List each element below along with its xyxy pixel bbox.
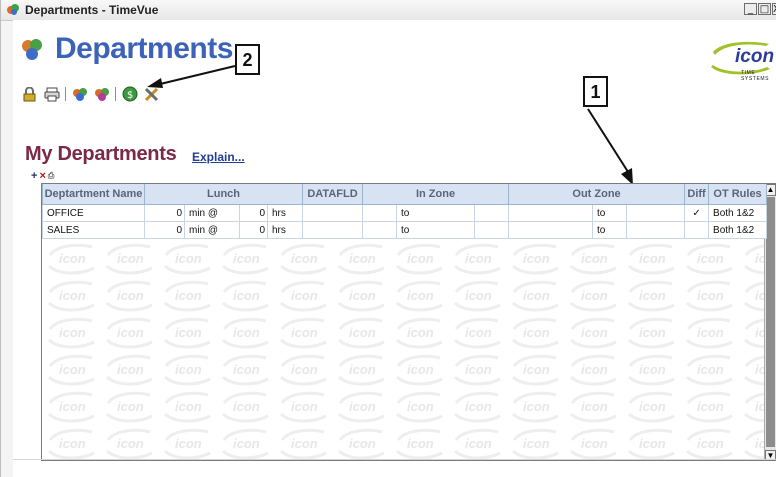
lock-icon[interactable] — [21, 86, 38, 103]
lunch-hrs-label: hrs — [267, 221, 303, 239]
money-icon[interactable]: $ — [121, 86, 138, 103]
datafld-cell[interactable] — [302, 204, 363, 222]
out-zone-to-label: to — [592, 204, 628, 222]
in-zone-start-cell[interactable] — [362, 204, 397, 222]
explain-link[interactable]: Explain... — [192, 150, 245, 164]
callout-2-arrow — [147, 65, 236, 88]
header-lunch[interactable]: Lunch — [144, 184, 303, 205]
out-zone-end-cell[interactable] — [626, 221, 686, 239]
out-zone-end-cell[interactable] — [626, 204, 686, 222]
diff-checkbox[interactable]: ✓ — [684, 204, 710, 222]
diff-checkbox[interactable] — [684, 221, 710, 239]
window-titlebar: Departments - TimeVue _ □ X — [1, 0, 776, 21]
watermark-pattern: icon — [42, 202, 766, 460]
out-zone-start-cell[interactable] — [508, 204, 594, 222]
toolbar-separator — [115, 87, 116, 101]
footer-divider — [13, 459, 776, 460]
departments-table: Deptartment Name Lunch DATAFLD In Zone O… — [42, 184, 768, 239]
application-window: Departments - TimeVue _ □ X Departments … — [0, 0, 776, 477]
logo-text: icon — [735, 46, 775, 67]
delete-row-button[interactable]: × — [39, 171, 45, 182]
in-zone-end-cell[interactable] — [473, 204, 510, 222]
company-logo: icon TIME SYSTEMS — [707, 40, 775, 82]
department-name-cell[interactable]: OFFICE — [42, 204, 145, 222]
lunch-min-cell[interactable]: 0 — [144, 204, 185, 222]
scroll-thumb[interactable] — [766, 197, 775, 447]
header-in-zone[interactable]: In Zone — [361, 184, 510, 205]
header-department-name[interactable]: Deptartment Name — [42, 184, 145, 205]
logo-subtext: TIME SYSTEMS — [741, 70, 770, 82]
lunch-hrs-cell[interactable]: 0 — [239, 204, 268, 222]
header-diff[interactable]: Diff — [684, 184, 710, 205]
close-button[interactable]: X — [772, 3, 776, 15]
lunch-min-label: min @ — [184, 204, 240, 222]
table-row[interactable]: OFFICE 0 min @ 0 hrs to to ✓ Both 1&2 — [42, 204, 768, 222]
main-content: Departments icon TIME SYSTEMS $ 2 1 My D… — [13, 20, 776, 477]
header-datafld[interactable]: DATAFLD — [302, 184, 363, 205]
window-title: Departments - TimeVue — [25, 3, 159, 17]
table-row[interactable]: SALES 0 min @ 0 hrs to to Both 1&2 — [42, 221, 768, 239]
lunch-hrs-label: hrs — [267, 204, 303, 222]
callout-1-arrow — [587, 108, 633, 185]
svg-text:$: $ — [127, 90, 133, 101]
lunch-min-label: min @ — [184, 221, 240, 239]
datafld-cell[interactable] — [302, 221, 363, 239]
printer-icon[interactable] — [43, 86, 60, 103]
section-title: My Departments — [25, 143, 177, 165]
department-add-icon[interactable] — [93, 86, 110, 103]
minimize-button[interactable]: _ — [744, 3, 757, 15]
department-name-cell[interactable]: SALES — [42, 221, 145, 239]
ot-rules-cell[interactable]: Both 1&2 — [708, 221, 768, 239]
in-zone-start-cell[interactable] — [362, 221, 397, 239]
departments-icon — [22, 39, 42, 60]
in-zone-to-label: to — [396, 221, 475, 239]
header-out-zone[interactable]: Out Zone — [508, 184, 686, 205]
print-grid-button[interactable]: ⎙ — [48, 171, 54, 181]
row-tools: + × ⎙ — [31, 171, 54, 182]
app-icon — [7, 4, 19, 15]
toolbar-separator — [65, 87, 66, 101]
lunch-hrs-cell[interactable]: 0 — [239, 221, 268, 239]
out-zone-start-cell[interactable] — [508, 221, 594, 239]
page-title: Departments — [55, 32, 233, 65]
callout-1: 1 — [583, 76, 608, 107]
in-zone-end-cell[interactable] — [473, 221, 510, 239]
maximize-button[interactable]: □ — [758, 3, 771, 15]
lunch-min-cell[interactable]: 0 — [144, 221, 185, 239]
in-zone-to-label: to — [396, 204, 475, 222]
ot-rules-cell[interactable]: Both 1&2 — [708, 204, 768, 222]
departments-grid: icon Deptartment Name Lunch DATAFLD In Z… — [41, 183, 776, 461]
add-row-button[interactable]: + — [31, 171, 37, 182]
department-icon[interactable] — [71, 86, 88, 103]
out-zone-to-label: to — [592, 221, 628, 239]
header-ot-rules[interactable]: OT Rules — [708, 184, 768, 205]
